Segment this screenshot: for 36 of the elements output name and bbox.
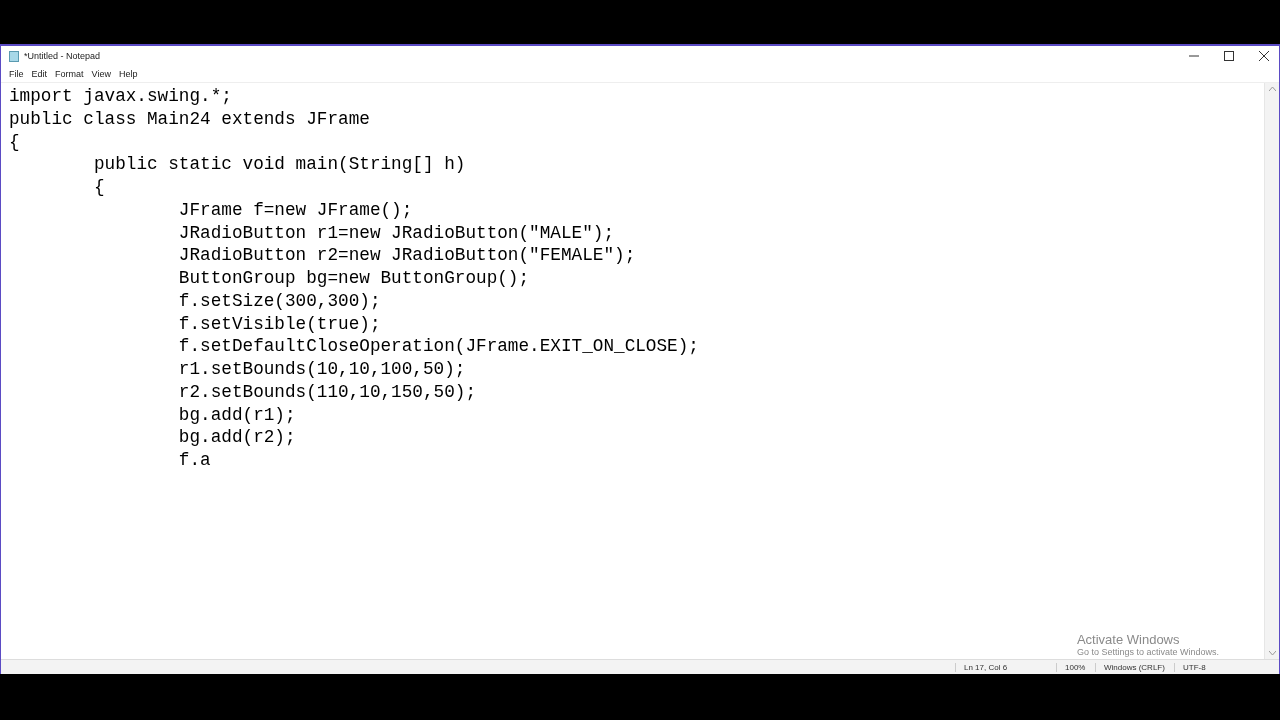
menu-item[interactable]: View bbox=[87, 69, 115, 79]
notepad-icon bbox=[9, 50, 19, 62]
code-line: public class Main24 extends JFrame bbox=[9, 107, 371, 131]
zoom-level: 100% bbox=[1056, 662, 1095, 672]
close-icon bbox=[1259, 51, 1269, 61]
window-title: *Untitled - Notepad bbox=[24, 51, 102, 61]
code-line: public static void main(String[] h) bbox=[92, 153, 467, 176]
code-line: f.a bbox=[177, 449, 212, 472]
code-line: r2.setBounds(110,10,150,50); bbox=[177, 380, 478, 404]
code-line: bg.add(r1); bbox=[177, 403, 297, 427]
scroll-up-icon[interactable] bbox=[1268, 87, 1276, 91]
minimize-icon bbox=[1189, 55, 1199, 57]
code-line: bg.add(r2); bbox=[177, 426, 297, 449]
code-line: JRadioButton r2=new JRadioButton("FEMALE"); bbox=[177, 244, 637, 267]
cursor-position: Ln 17, Col 6 bbox=[955, 662, 1056, 672]
code-line: { bbox=[92, 176, 106, 199]
menu-item[interactable]: Edit bbox=[27, 69, 52, 79]
code-line: f.setVisible(true); bbox=[177, 312, 382, 336]
activation-title: Activate Windows bbox=[1076, 632, 1181, 647]
code-line: f.setSize(300,300); bbox=[177, 289, 382, 313]
code-line: ButtonGroup bg=new ButtonGroup(); bbox=[177, 267, 531, 290]
maximize-icon bbox=[1224, 51, 1234, 61]
scroll-down-icon[interactable] bbox=[1268, 651, 1276, 655]
code-line: { bbox=[9, 130, 21, 154]
code-line: import javax.swing.*; bbox=[9, 85, 233, 108]
menu-item[interactable]: Help bbox=[114, 69, 142, 79]
code-line: r1.setBounds(10,10,100,50); bbox=[177, 358, 467, 381]
code-line: JRadioButton r1=new JRadioButton("MALE"); bbox=[177, 221, 615, 245]
menu-item[interactable]: Format bbox=[51, 69, 88, 79]
code-line: f.setDefaultCloseOperation(JFrame.EXIT_ON_CLOSE); bbox=[177, 335, 700, 358]
menu-item[interactable]: File bbox=[5, 69, 28, 79]
code-line: JFrame f=new JFrame(); bbox=[177, 198, 414, 222]
line-endings: Windows (CRLF) bbox=[1095, 662, 1174, 672]
scrollbar[interactable] bbox=[1264, 83, 1279, 659]
activation-subtitle: Go to Settings to activate Windows. bbox=[1076, 647, 1219, 657]
encoding: UTF-8 bbox=[1174, 662, 1231, 672]
